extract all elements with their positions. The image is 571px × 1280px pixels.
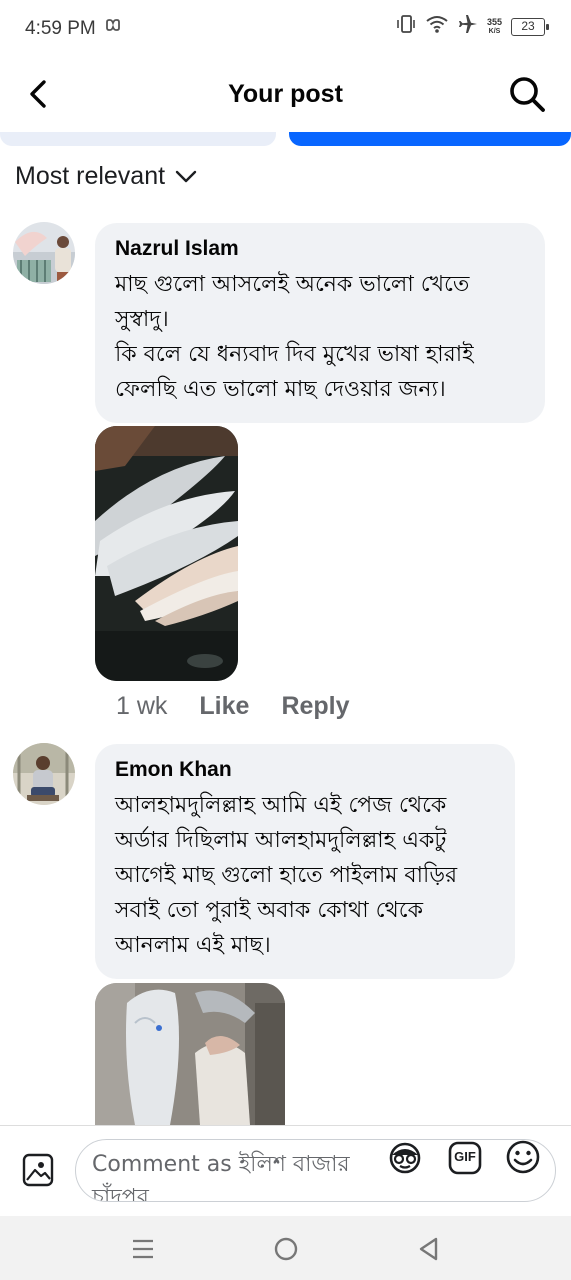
comment-actions: 1 wk Like Reply (116, 692, 350, 721)
status-bar: 4:59 PM 355 K/S 23 (0, 0, 571, 58)
reply-button[interactable]: Reply (281, 692, 349, 721)
gif-label: GIF (454, 1149, 476, 1164)
comment-bubble[interactable]: Nazrul Islam মাছ গুলো আসলেই অনেক ভালো খে… (95, 223, 545, 423)
search-icon (510, 77, 545, 112)
system-back-button[interactable] (416, 1236, 442, 1267)
comment-input[interactable]: Comment as ইলিশ বাজার চাঁদপুর (75, 1139, 556, 1202)
menu-icon (133, 1239, 153, 1259)
chevron-down-icon (175, 170, 197, 182)
like-button[interactable]: Like (199, 692, 249, 721)
top-app-bar: Your post (0, 58, 571, 130)
infinity-icon (106, 18, 120, 36)
net-speed-value: 355 (486, 16, 502, 27)
sort-label: Most relevant (15, 162, 166, 190)
photo-button[interactable] (21, 1152, 55, 1188)
avatar[interactable] (13, 222, 75, 284)
gif-button[interactable]: GIF (448, 1141, 482, 1175)
sort-dropdown[interactable]: Most relevant (15, 162, 197, 191)
avatar[interactable] (13, 743, 75, 805)
tab-strip-right (289, 132, 571, 146)
avatar-sticker-button[interactable] (387, 1139, 423, 1175)
system-nav-bar (0, 1216, 571, 1280)
comment-bubble[interactable]: Emon Khan আলহামদুলিল্লাহ আমি এই পেজ থেকে… (95, 744, 515, 979)
recent-apps-button[interactable] (130, 1238, 156, 1265)
vibrate-icon (396, 14, 416, 39)
photo-icon (22, 1153, 54, 1187)
comment-composer: Comment as ইলিশ বাজার চাঁদপুর (0, 1125, 571, 1216)
comment-photo[interactable] (95, 983, 285, 1125)
search-button[interactable] (507, 74, 547, 114)
comment-photo[interactable] (95, 426, 238, 681)
triangle-back-icon (419, 1237, 438, 1261)
network-speed: 355 K/S (486, 16, 502, 36)
emoji-icon (506, 1140, 540, 1174)
comment-text: আলহামদুলিল্লাহ আমি এই পেজ থেকে অর্ডার দি… (115, 793, 458, 958)
status-time: 4:59 PM (25, 18, 96, 39)
comment-time[interactable]: 1 wk (116, 692, 167, 721)
net-speed-unit: K/S (488, 27, 501, 35)
home-button[interactable] (272, 1235, 300, 1268)
wifi-icon (425, 14, 449, 39)
comment-text: মাছ গুলো আসলেই অনেক ভালো খেতে সুস্বাদু। … (115, 272, 474, 402)
comment-input-placeholder: Comment as ইলিশ বাজার চাঁদপুর (92, 1152, 350, 1202)
battery-indicator: 23 (511, 17, 549, 36)
circle-home-icon (274, 1237, 298, 1261)
page-title: Your post (228, 80, 343, 108)
emoji-button[interactable] (505, 1139, 541, 1175)
tab-strip-left (0, 132, 276, 146)
comment-author[interactable]: Nazrul Islam (115, 237, 525, 261)
comment-author[interactable]: Emon Khan (115, 758, 495, 782)
airplane-icon (458, 14, 478, 39)
avatar-sticker-icon (389, 1142, 421, 1174)
